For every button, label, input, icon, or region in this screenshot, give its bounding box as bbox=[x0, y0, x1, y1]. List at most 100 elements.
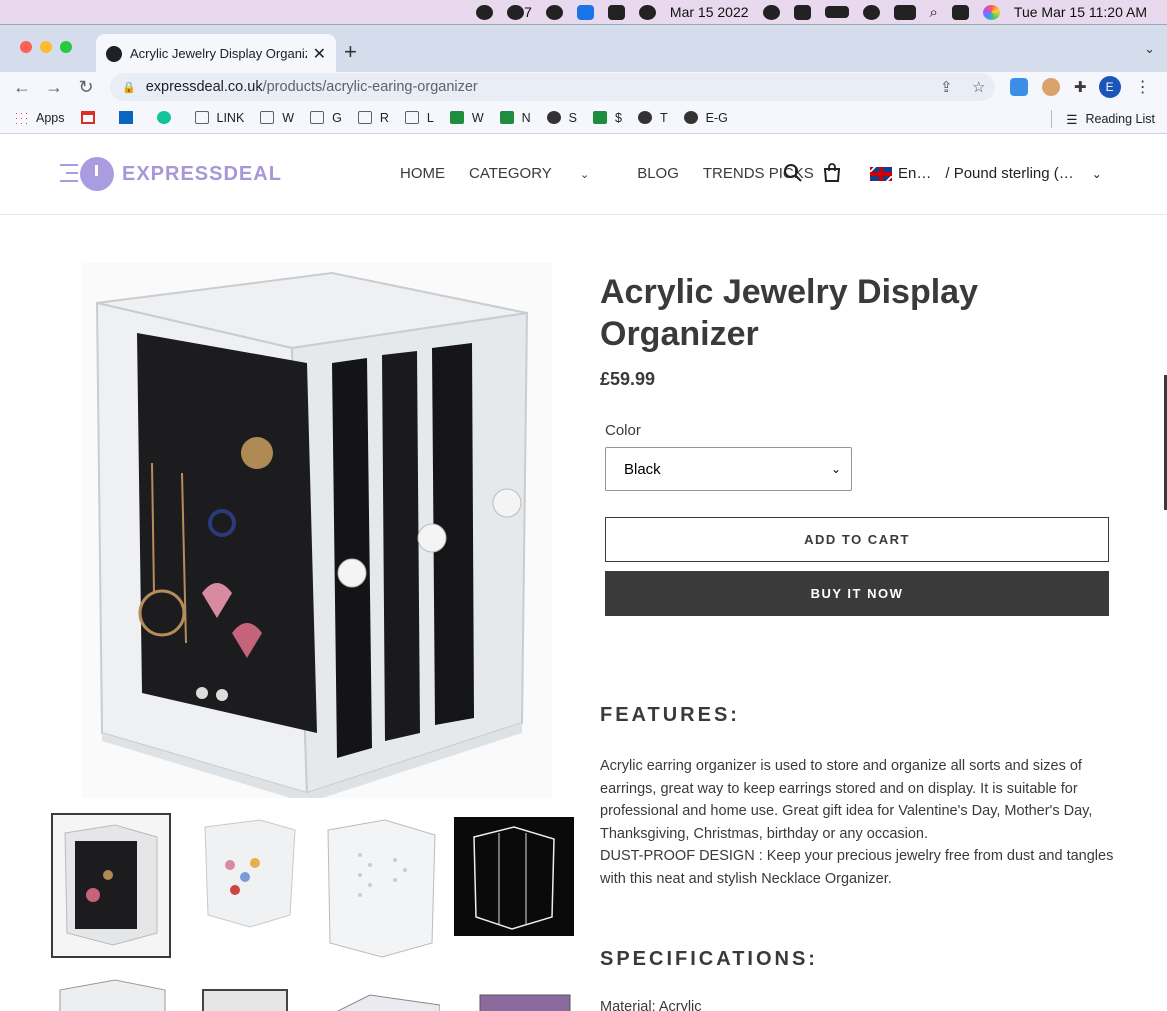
folder-icon bbox=[357, 111, 372, 124]
cart-icon[interactable] bbox=[822, 163, 842, 188]
nav-home[interactable]: HOME bbox=[400, 165, 445, 182]
zoom-window-button[interactable] bbox=[60, 41, 72, 53]
bookmark-sheet-n[interactable]: N bbox=[499, 111, 531, 125]
outlook-bookmark[interactable] bbox=[118, 111, 141, 124]
product-price: £59.99 bbox=[600, 369, 656, 389]
menubar-date[interactable]: Mar 15 2022 bbox=[670, 4, 749, 20]
product-thumbnail-7[interactable] bbox=[330, 990, 450, 1011]
nav-blog[interactable]: BLOG bbox=[637, 165, 679, 182]
bookmark-sheet-dollar[interactable]: $ bbox=[593, 111, 622, 125]
input-method-icon[interactable] bbox=[793, 4, 811, 20]
bookmark-folder-r[interactable]: R bbox=[357, 111, 389, 125]
product-main-image[interactable] bbox=[82, 263, 552, 803]
reload-icon[interactable]: ↻ bbox=[70, 77, 102, 98]
teamviewer-icon[interactable] bbox=[576, 4, 594, 20]
globe-icon bbox=[637, 111, 652, 124]
active-tab[interactable]: Acrylic Jewelry Display Organizer ✕ bbox=[96, 34, 336, 73]
time-machine-icon[interactable] bbox=[762, 4, 780, 20]
menubar-clock[interactable]: Tue Mar 15 11:20 AM bbox=[1014, 4, 1147, 20]
clock-favicon-icon bbox=[106, 45, 122, 62]
web-page: EXPRESSDEAL HOME CATEGORY ⌄ BLOG TRENDS … bbox=[0, 135, 1167, 1011]
wechat-icon[interactable] bbox=[545, 4, 563, 20]
globe-icon bbox=[683, 111, 698, 124]
profile-avatar[interactable]: E bbox=[1098, 76, 1121, 98]
line-app-icon[interactable] bbox=[476, 4, 494, 20]
shield-icon[interactable] bbox=[638, 4, 656, 20]
clock-logo-icon bbox=[80, 157, 114, 191]
address-bar[interactable]: 🔒 expressdeal.co.uk/products/acrylic-ear… bbox=[110, 73, 995, 101]
product-info: Acrylic Jewelry Display Organizer £59.99… bbox=[600, 271, 1120, 1011]
check-icon[interactable] bbox=[607, 4, 625, 20]
apps-grid-icon bbox=[14, 111, 28, 124]
bookmark-folder-w[interactable]: W bbox=[260, 111, 294, 125]
close-tab-icon[interactable]: ✕ bbox=[313, 44, 326, 64]
main-navigation: HOME CATEGORY ⌄ BLOG TRENDS PICKS bbox=[400, 165, 838, 182]
product-thumbnail-3[interactable] bbox=[320, 815, 440, 960]
logo-wordmark: EXPRESSDEAL bbox=[122, 162, 282, 185]
sheets-icon bbox=[499, 111, 514, 124]
bookmark-site-s[interactable]: S bbox=[546, 111, 577, 125]
extensions-puzzle-icon[interactable]: ✚ bbox=[1074, 78, 1087, 96]
bookmark-star-icon[interactable]: ☆ bbox=[972, 78, 985, 96]
bookmark-folder-link[interactable]: LINK bbox=[194, 111, 244, 125]
bookmark-apps[interactable]: Apps bbox=[14, 111, 65, 125]
browser-toolbar: ← → ↻ 🔒 expressdeal.co.uk/products/acryl… bbox=[0, 72, 1167, 102]
browser-menu-icon[interactable]: ⋮ bbox=[1135, 77, 1151, 97]
product-description: Acrylic earring organizer is used to sto… bbox=[600, 755, 1120, 890]
reading-list-button[interactable]: ☰ Reading List bbox=[1051, 110, 1155, 128]
bookmarks-bar: Apps LINK W G R L W N S $ T E-G ☰ Reading… bbox=[0, 102, 1167, 134]
language-label: En… bbox=[898, 165, 932, 182]
qq-icon[interactable]: 7 bbox=[507, 4, 532, 20]
chevron-down-icon: ⌄ bbox=[1091, 166, 1102, 181]
avatar-extension-icon[interactable] bbox=[1042, 78, 1060, 96]
browser-tabstrip: Acrylic Jewelry Display Organizer ✕ + ⌄ bbox=[0, 24, 1167, 73]
product-thumbnail-6[interactable] bbox=[200, 985, 320, 1011]
link-icon[interactable] bbox=[862, 4, 880, 20]
grammarly-icon bbox=[156, 111, 171, 124]
bookmark-sheet-w[interactable]: W bbox=[449, 111, 484, 125]
lock-icon: 🔒 bbox=[122, 81, 136, 94]
color-select-value: Black bbox=[624, 460, 661, 478]
grammarly-bookmark[interactable] bbox=[156, 111, 179, 124]
add-to-cart-button[interactable]: ADD TO CART bbox=[605, 517, 1109, 562]
bookmark-folder-g[interactable]: G bbox=[310, 111, 342, 125]
site-logo[interactable]: EXPRESSDEAL bbox=[60, 157, 282, 191]
product-title: Acrylic Jewelry Display Organizer bbox=[600, 273, 979, 353]
back-arrow-icon[interactable]: ← bbox=[6, 77, 38, 98]
reading-list-icon: ☰ bbox=[1066, 112, 1078, 127]
buy-it-now-button[interactable]: BUY IT NOW bbox=[605, 571, 1109, 616]
url-path: /products/acrylic-earing-organizer bbox=[262, 79, 478, 95]
features-heading: FEATURES: bbox=[600, 704, 740, 726]
product-thumbnail-5[interactable] bbox=[55, 975, 175, 1011]
download-extension-icon[interactable] bbox=[1010, 78, 1028, 96]
url-host: expressdeal.co.uk bbox=[145, 79, 263, 95]
forward-arrow-icon[interactable]: → bbox=[38, 77, 70, 98]
spotlight-search-icon[interactable]: ⌕ bbox=[930, 4, 938, 21]
product-thumbnail-2[interactable] bbox=[190, 815, 310, 960]
sheets-icon bbox=[449, 111, 464, 124]
siri-icon[interactable] bbox=[982, 4, 1000, 20]
memory-icon[interactable] bbox=[893, 4, 916, 20]
locale-selector[interactable]: En… / Pound sterling (… ⌄ bbox=[870, 165, 1102, 182]
color-select[interactable]: Black ⌄ bbox=[605, 447, 852, 491]
bookmark-site-t[interactable]: T bbox=[637, 111, 668, 125]
spec-material: Material: Acrylic bbox=[600, 999, 702, 1011]
share-icon[interactable]: ⇪ bbox=[940, 78, 953, 96]
site-header: EXPRESSDEAL HOME CATEGORY ⌄ BLOG TRENDS … bbox=[0, 135, 1167, 215]
search-icon[interactable] bbox=[783, 163, 803, 188]
folder-icon bbox=[310, 111, 325, 124]
control-center-icon[interactable] bbox=[951, 4, 969, 20]
minimize-window-button[interactable] bbox=[40, 41, 52, 53]
product-thumbnail-4[interactable] bbox=[454, 817, 574, 936]
product-thumbnail-8[interactable] bbox=[475, 987, 595, 1011]
battery-icon[interactable] bbox=[824, 6, 849, 18]
bookmark-folder-l[interactable]: L bbox=[404, 111, 434, 125]
nav-category[interactable]: CATEGORY ⌄ bbox=[469, 165, 613, 182]
product-thumbnail-1[interactable] bbox=[51, 813, 171, 958]
gmail-bookmark[interactable] bbox=[80, 111, 103, 124]
sheets-icon bbox=[593, 111, 608, 124]
close-window-button[interactable] bbox=[20, 41, 32, 53]
tab-search-chevron-icon[interactable]: ⌄ bbox=[1144, 41, 1155, 57]
bookmark-site-eg[interactable]: E-G bbox=[683, 111, 728, 125]
new-tab-button[interactable]: + bbox=[344, 39, 357, 65]
